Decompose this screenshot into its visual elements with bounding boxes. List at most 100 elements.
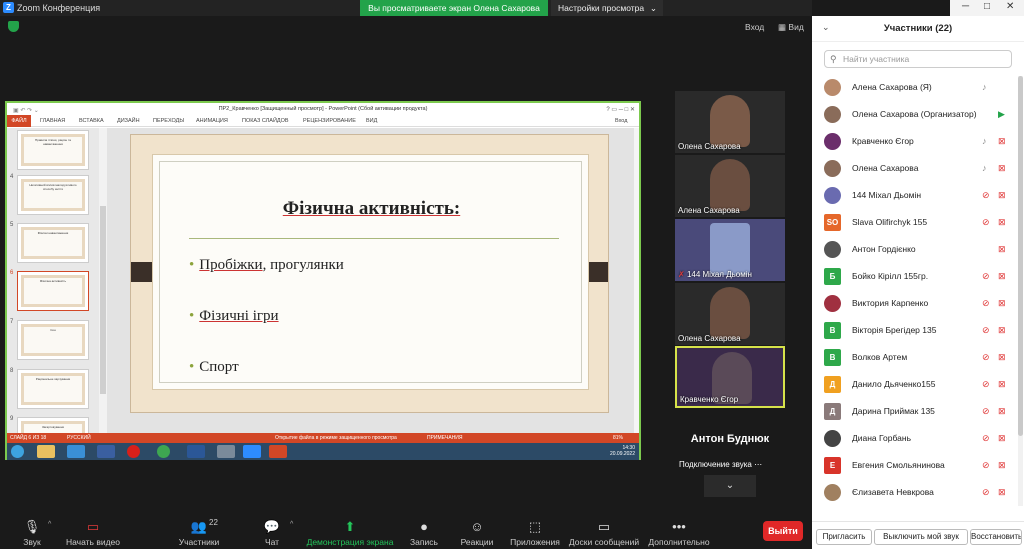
avatar (824, 79, 841, 96)
participant-row[interactable]: В Волков Артем ⊘ ⊠ (812, 344, 1018, 371)
slide-scrollbar[interactable] (634, 128, 639, 433)
mic-muted-icon: ✗ (678, 270, 685, 279)
powerpoint-taskbar-icon[interactable] (269, 445, 287, 458)
word-icon[interactable] (187, 445, 205, 458)
participant-row[interactable]: Д Данило Дьяченко155 ⊘ ⊠ (812, 371, 1018, 398)
opera-icon[interactable] (127, 445, 140, 458)
notes-button[interactable]: ПРИМЕЧАНИЯ (427, 435, 463, 441)
ppt-ribbon: ФАЙЛ ГЛАВНАЯ ВСТАВКА ДИЗАЙН ПЕРЕХОДЫ АНИ… (7, 115, 639, 127)
invite-button[interactable]: Пригласить (816, 529, 872, 545)
video-off-icon: ⊠ (998, 190, 1006, 200)
mute-me-button[interactable]: Выключить мой звук (874, 529, 968, 545)
participants-icon: 👥 (190, 519, 208, 534)
ppt-sign-in[interactable]: Вход (615, 118, 627, 124)
participants-label: Участники (178, 537, 220, 547)
participant-row[interactable]: Олена Сахарова ♪ ⊠ (812, 155, 1018, 182)
ribbon-tab-design[interactable]: ДИЗАЙН (117, 118, 140, 124)
participant-row[interactable]: Д Дарина Приймак 135 ⊘ ⊠ (812, 398, 1018, 425)
slide-thumbnail[interactable]: Негативний вплив малорухливого способу ж… (17, 175, 89, 215)
explorer-icon[interactable] (37, 445, 55, 458)
avatar: Е (824, 457, 841, 474)
video-tile[interactable]: Олена Сахарова (675, 283, 785, 345)
audio-tile[interactable]: Антон Буднюк Подключение звука ⋯ (675, 413, 785, 473)
slide-thumbnail-selected[interactable]: Фізична активність (17, 271, 89, 311)
mute-label: Звук (23, 537, 41, 547)
participant-search-input[interactable]: ⚲ Найти участника (824, 50, 1012, 68)
participants-button[interactable]: 👥 22 Участники (172, 510, 226, 549)
participant-list-scrollbar[interactable] (1018, 76, 1023, 506)
app-icon[interactable] (217, 445, 235, 458)
chat-button[interactable]: 💬 ^ Чат (254, 510, 293, 549)
ie-icon[interactable] (67, 445, 85, 458)
leave-button[interactable]: Выйти (763, 521, 803, 541)
start-video-button[interactable]: ▭ Начать видео (62, 510, 124, 549)
ribbon-tab-insert[interactable]: ВСТАВКА (79, 118, 104, 124)
participant-row[interactable]: Виктория Карпенко ⊘ ⊠ (812, 290, 1018, 317)
participant-row[interactable]: Олена Сахарова (Организатор) ▶ (812, 101, 1018, 128)
participant-row[interactable]: В Вікторія Брегідер 135 ⊘ ⊠ (812, 317, 1018, 344)
participant-row[interactable]: Диана Горбань ⊘ ⊠ (812, 425, 1018, 452)
ribbon-tab-slideshow[interactable]: ПОКАЗ СЛАЙДОВ (242, 118, 289, 124)
apps-button[interactable]: ⬚ Приложения (507, 510, 563, 549)
slide-thumbnail[interactable]: Правила гігієни, раціон та навантаження (17, 130, 89, 170)
participant-row[interactable]: 144 Міхал Дьомін ⊘ ⊠ (812, 182, 1018, 209)
restore-button[interactable]: Восстановить (970, 529, 1022, 545)
view-button[interactable]: ▦ Вид (778, 22, 804, 33)
ribbon-tab-review[interactable]: РЕЦЕНЗИРОВАНИЕ (303, 118, 356, 124)
slide-thumbnail[interactable]: Раціональне харчування (17, 369, 89, 409)
mic-muted-icon: ⊘ (982, 352, 990, 362)
slide-number: 6 (10, 270, 14, 276)
record-button[interactable]: ● Запись (405, 510, 443, 549)
microphone-icon: 🎙 (23, 519, 41, 534)
caret-up-icon[interactable]: ^ (290, 521, 293, 528)
maximize-icon[interactable]: □ (984, 1, 990, 12)
ribbon-tab-home[interactable]: ГЛАВНАЯ (40, 118, 65, 124)
video-off-icon: ⊠ (998, 298, 1006, 308)
slide-number: 4 (10, 174, 14, 180)
reactions-button[interactable]: ☺ Реакции (456, 510, 498, 549)
video-tile-active-speaker[interactable]: Кравченко Єгор (675, 346, 785, 408)
ribbon-tab-file[interactable]: ФАЙЛ (7, 115, 31, 127)
thumbnail-scrollbar[interactable] (99, 128, 107, 433)
participant-row[interactable]: Алена Сахарова (Я) ♪ (812, 74, 1018, 101)
meeting-toolbar: 🎙 ^ Звук ▭ Начать видео 👥 22 Участники 💬… (0, 510, 812, 549)
share-screen-button[interactable]: ⬆ Демонстрация экрана (305, 510, 395, 549)
participant-row[interactable]: Єлизавета Невкрова ⊘ ⊠ (812, 479, 1018, 506)
participant-row[interactable]: Антон Гордієнко ⊠ (812, 236, 1018, 263)
enter-button[interactable]: Вход (745, 22, 764, 32)
chat-label: Чат (264, 537, 280, 547)
chrome-icon[interactable] (157, 445, 170, 458)
participant-row[interactable]: Б Бойко Кірiлл 155гр. ⊘ ⊠ (812, 263, 1018, 290)
participant-name: 144 Міхал Дьомін (852, 190, 922, 200)
ribbon-tab-view[interactable]: ВИД (366, 118, 377, 124)
zoom-taskbar-icon[interactable] (243, 445, 261, 458)
video-tile[interactable]: ✗ 144 Міхал Дьомін (675, 219, 785, 281)
slide-thumbnail[interactable]: Загартовування (17, 417, 89, 433)
participant-row[interactable]: SO Slava Olifirchyk 155 ⊘ ⊠ (812, 209, 1018, 236)
current-slide[interactable]: Фізична активність: • Пробіжки, прогулянк… (130, 134, 609, 413)
caret-up-icon[interactable]: ^ (48, 521, 51, 528)
slide-thumbnail[interactable]: Сон (17, 320, 89, 360)
mute-button[interactable]: 🎙 ^ Звук (14, 510, 51, 549)
whiteboard-button[interactable]: ▭ Доски сообщений (566, 510, 642, 549)
whiteboard-icon: ▭ (597, 519, 611, 534)
app-icon[interactable] (97, 445, 115, 458)
ribbon-tab-transitions[interactable]: ПЕРЕХОДЫ (153, 118, 184, 124)
slide-thumbnail[interactable]: Фізичні навантаження (17, 223, 89, 263)
view-settings-button[interactable]: Настройки просмотра ⌄ (551, 0, 663, 16)
video-tile[interactable]: Алена Сахарова (675, 155, 785, 217)
video-tile[interactable]: Олена Сахарова (675, 91, 785, 153)
more-tiles-button[interactable]: ⌄ (704, 475, 756, 497)
ribbon-tab-animation[interactable]: АНИМАЦИЯ (196, 118, 228, 124)
participant-row[interactable]: Кравченко Єгор ♪ ⊠ (812, 128, 1018, 155)
more-button[interactable]: ••• Дополнительно (645, 510, 713, 549)
close-icon[interactable]: ✕ (1006, 1, 1014, 12)
security-shield-icon[interactable] (8, 21, 19, 32)
video-on-icon: ▶ (998, 109, 1005, 119)
participant-row[interactable]: Е Евгения Смольянинова ⊘ ⊠ (812, 452, 1018, 479)
more-icon: ••• (672, 519, 686, 534)
participant-name: Антон Гордієнко (852, 244, 916, 254)
minimize-icon[interactable]: ─ (962, 1, 969, 12)
windows-start-icon[interactable] (11, 445, 24, 458)
window-title: Zoom Конференция (17, 3, 101, 13)
